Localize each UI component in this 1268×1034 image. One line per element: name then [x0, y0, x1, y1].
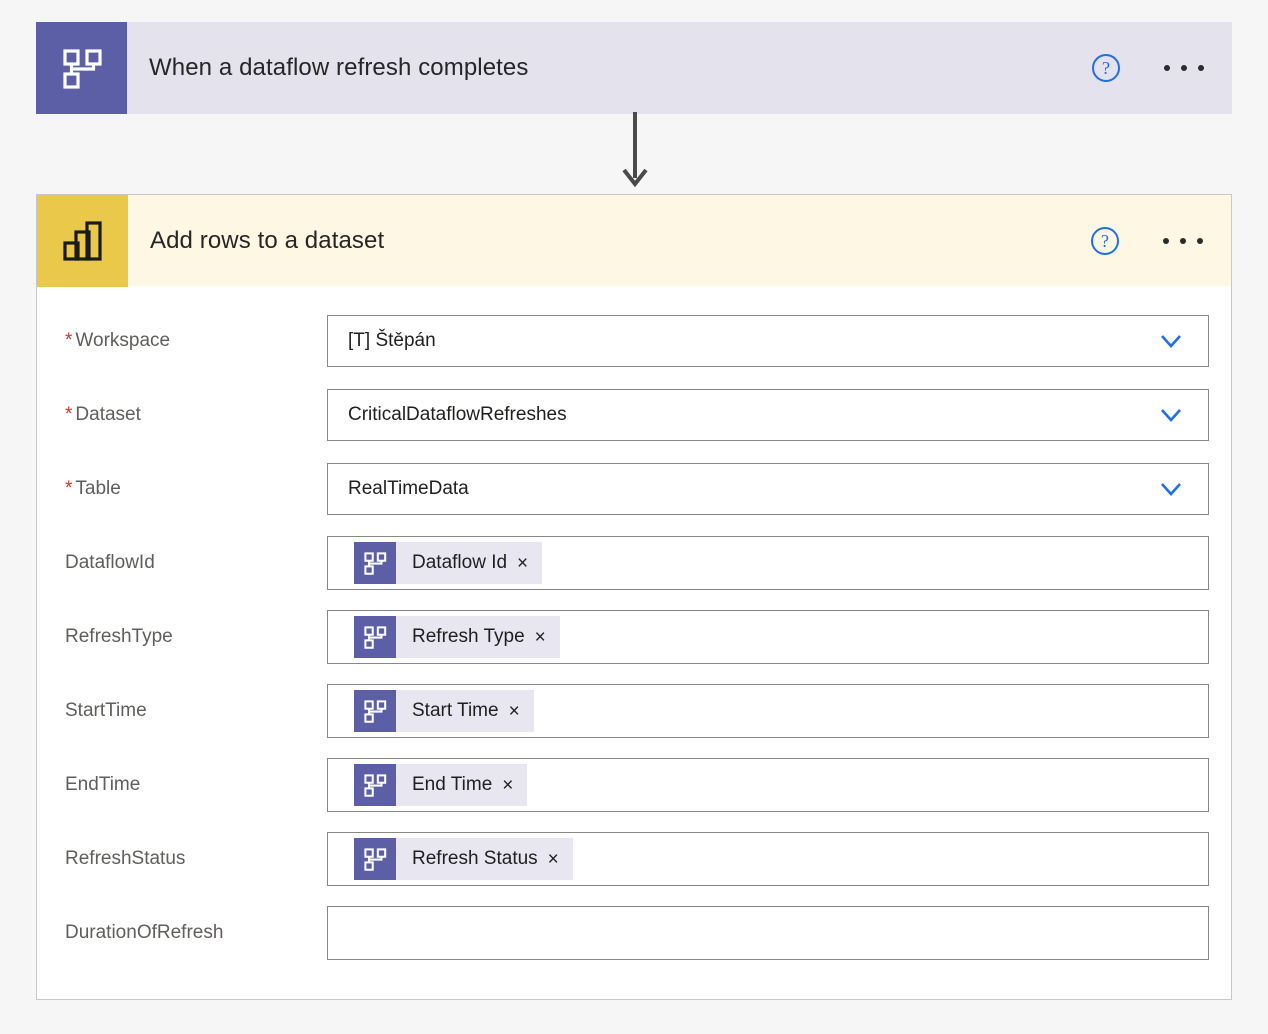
form-row-refreshstatus: RefreshStatus Refresh Status × — [37, 822, 1231, 896]
durationofrefresh-input[interactable] — [327, 906, 1209, 960]
token-label: Dataflow Id — [412, 552, 508, 573]
dataset-value: CriticalDataflowRefreshes — [348, 404, 567, 425]
token-label: End Time — [412, 774, 493, 795]
table-value: RealTimeData — [348, 478, 469, 499]
action-card[interactable]: Add rows to a dataset ? * Workspace [T] Š… — [36, 194, 1232, 1000]
trigger-card[interactable]: When a dataflow refresh completes ? — [36, 22, 1232, 114]
refreshtype-input[interactable]: Refresh Type × — [327, 610, 1209, 664]
dataflow-icon — [354, 542, 396, 584]
form-row-workspace: * Workspace [T] Štěpán — [37, 304, 1231, 378]
flow-connector-arrow — [622, 112, 648, 188]
help-icon[interactable]: ? — [1091, 226, 1119, 255]
flow-designer-canvas: When a dataflow refresh completes ? Add … — [0, 0, 1268, 1034]
dataflow-icon — [354, 616, 396, 658]
form-row-table: * Table RealTimeData — [37, 452, 1231, 526]
action-card-header[interactable]: Add rows to a dataset ? — [37, 194, 1231, 287]
dynamic-content-token[interactable]: Dataflow Id × — [354, 542, 543, 584]
endtime-input[interactable]: End Time × — [327, 758, 1209, 812]
token-label: Refresh Status — [412, 848, 538, 869]
starttime-input[interactable]: Start Time × — [327, 684, 1209, 738]
chevron-down-icon — [1161, 483, 1181, 496]
token-label: Start Time — [412, 700, 499, 721]
remove-token-icon[interactable]: × — [535, 628, 560, 647]
dynamic-content-token[interactable]: Refresh Status × — [354, 838, 573, 880]
trigger-card-header[interactable]: When a dataflow refresh completes ? — [36, 22, 1232, 114]
field-label-dataflowid: DataflowId — [65, 552, 155, 573]
required-asterisk: * — [65, 330, 73, 351]
dynamic-content-token[interactable]: End Time × — [354, 764, 528, 806]
table-dropdown[interactable]: RealTimeData — [327, 463, 1209, 515]
action-card-form: * Workspace [T] Štěpán * Dataset CriticalD… — [37, 286, 1231, 970]
required-asterisk: * — [65, 404, 73, 425]
remove-token-icon[interactable]: × — [517, 554, 542, 573]
field-label-workspace: * Workspace — [65, 330, 171, 351]
dataflowid-input[interactable]: Dataflow Id × — [327, 536, 1209, 590]
field-label-refreshtype: RefreshType — [65, 626, 173, 647]
refreshstatus-input[interactable]: Refresh Status × — [327, 832, 1209, 886]
powerbi-bar-chart-icon — [37, 194, 128, 287]
dataflow-icon — [354, 838, 396, 880]
dataflow-icon — [354, 764, 396, 806]
remove-token-icon[interactable]: × — [548, 850, 573, 869]
chevron-down-icon — [1161, 409, 1181, 422]
form-row-durationofrefresh: DurationOfRefresh — [37, 896, 1231, 970]
chevron-down-icon — [1161, 335, 1181, 348]
help-icon[interactable]: ? — [1092, 54, 1120, 82]
more-options-icon[interactable] — [1161, 230, 1205, 252]
field-label-refreshstatus: RefreshStatus — [65, 848, 186, 869]
dataflow-icon — [36, 22, 127, 114]
field-label-dataset: * Dataset — [65, 404, 141, 425]
dynamic-content-token[interactable]: Start Time × — [354, 690, 534, 732]
remove-token-icon[interactable]: × — [509, 702, 534, 721]
dynamic-content-token[interactable]: Refresh Type × — [354, 616, 560, 658]
remove-token-icon[interactable]: × — [502, 776, 527, 795]
field-label-starttime: StartTime — [65, 700, 147, 721]
dataflow-icon — [354, 690, 396, 732]
more-options-icon[interactable] — [1162, 57, 1206, 79]
form-row-endtime: EndTime End Time × — [37, 748, 1231, 822]
dataset-dropdown[interactable]: CriticalDataflowRefreshes — [327, 389, 1209, 441]
form-row-starttime: StartTime Start Time × — [37, 674, 1231, 748]
required-asterisk: * — [65, 478, 73, 499]
field-label-endtime: EndTime — [65, 774, 141, 795]
workspace-value: [T] Štěpán — [348, 330, 436, 351]
token-label: Refresh Type — [412, 626, 525, 647]
trigger-card-actions: ? — [1092, 22, 1206, 114]
action-card-title: Add rows to a dataset — [150, 226, 385, 254]
field-label-durationofrefresh: DurationOfRefresh — [65, 922, 224, 943]
action-card-actions: ? — [1091, 195, 1205, 286]
form-row-dataflowid: DataflowId Dataflow Id × — [37, 526, 1231, 600]
form-row-dataset: * Dataset CriticalDataflowRefreshes — [37, 378, 1231, 452]
trigger-card-title: When a dataflow refresh completes — [149, 54, 529, 81]
form-row-refreshtype: RefreshType Refresh Type × — [37, 600, 1231, 674]
field-label-table: * Table — [65, 478, 121, 499]
workspace-dropdown[interactable]: [T] Štěpán — [327, 315, 1209, 367]
